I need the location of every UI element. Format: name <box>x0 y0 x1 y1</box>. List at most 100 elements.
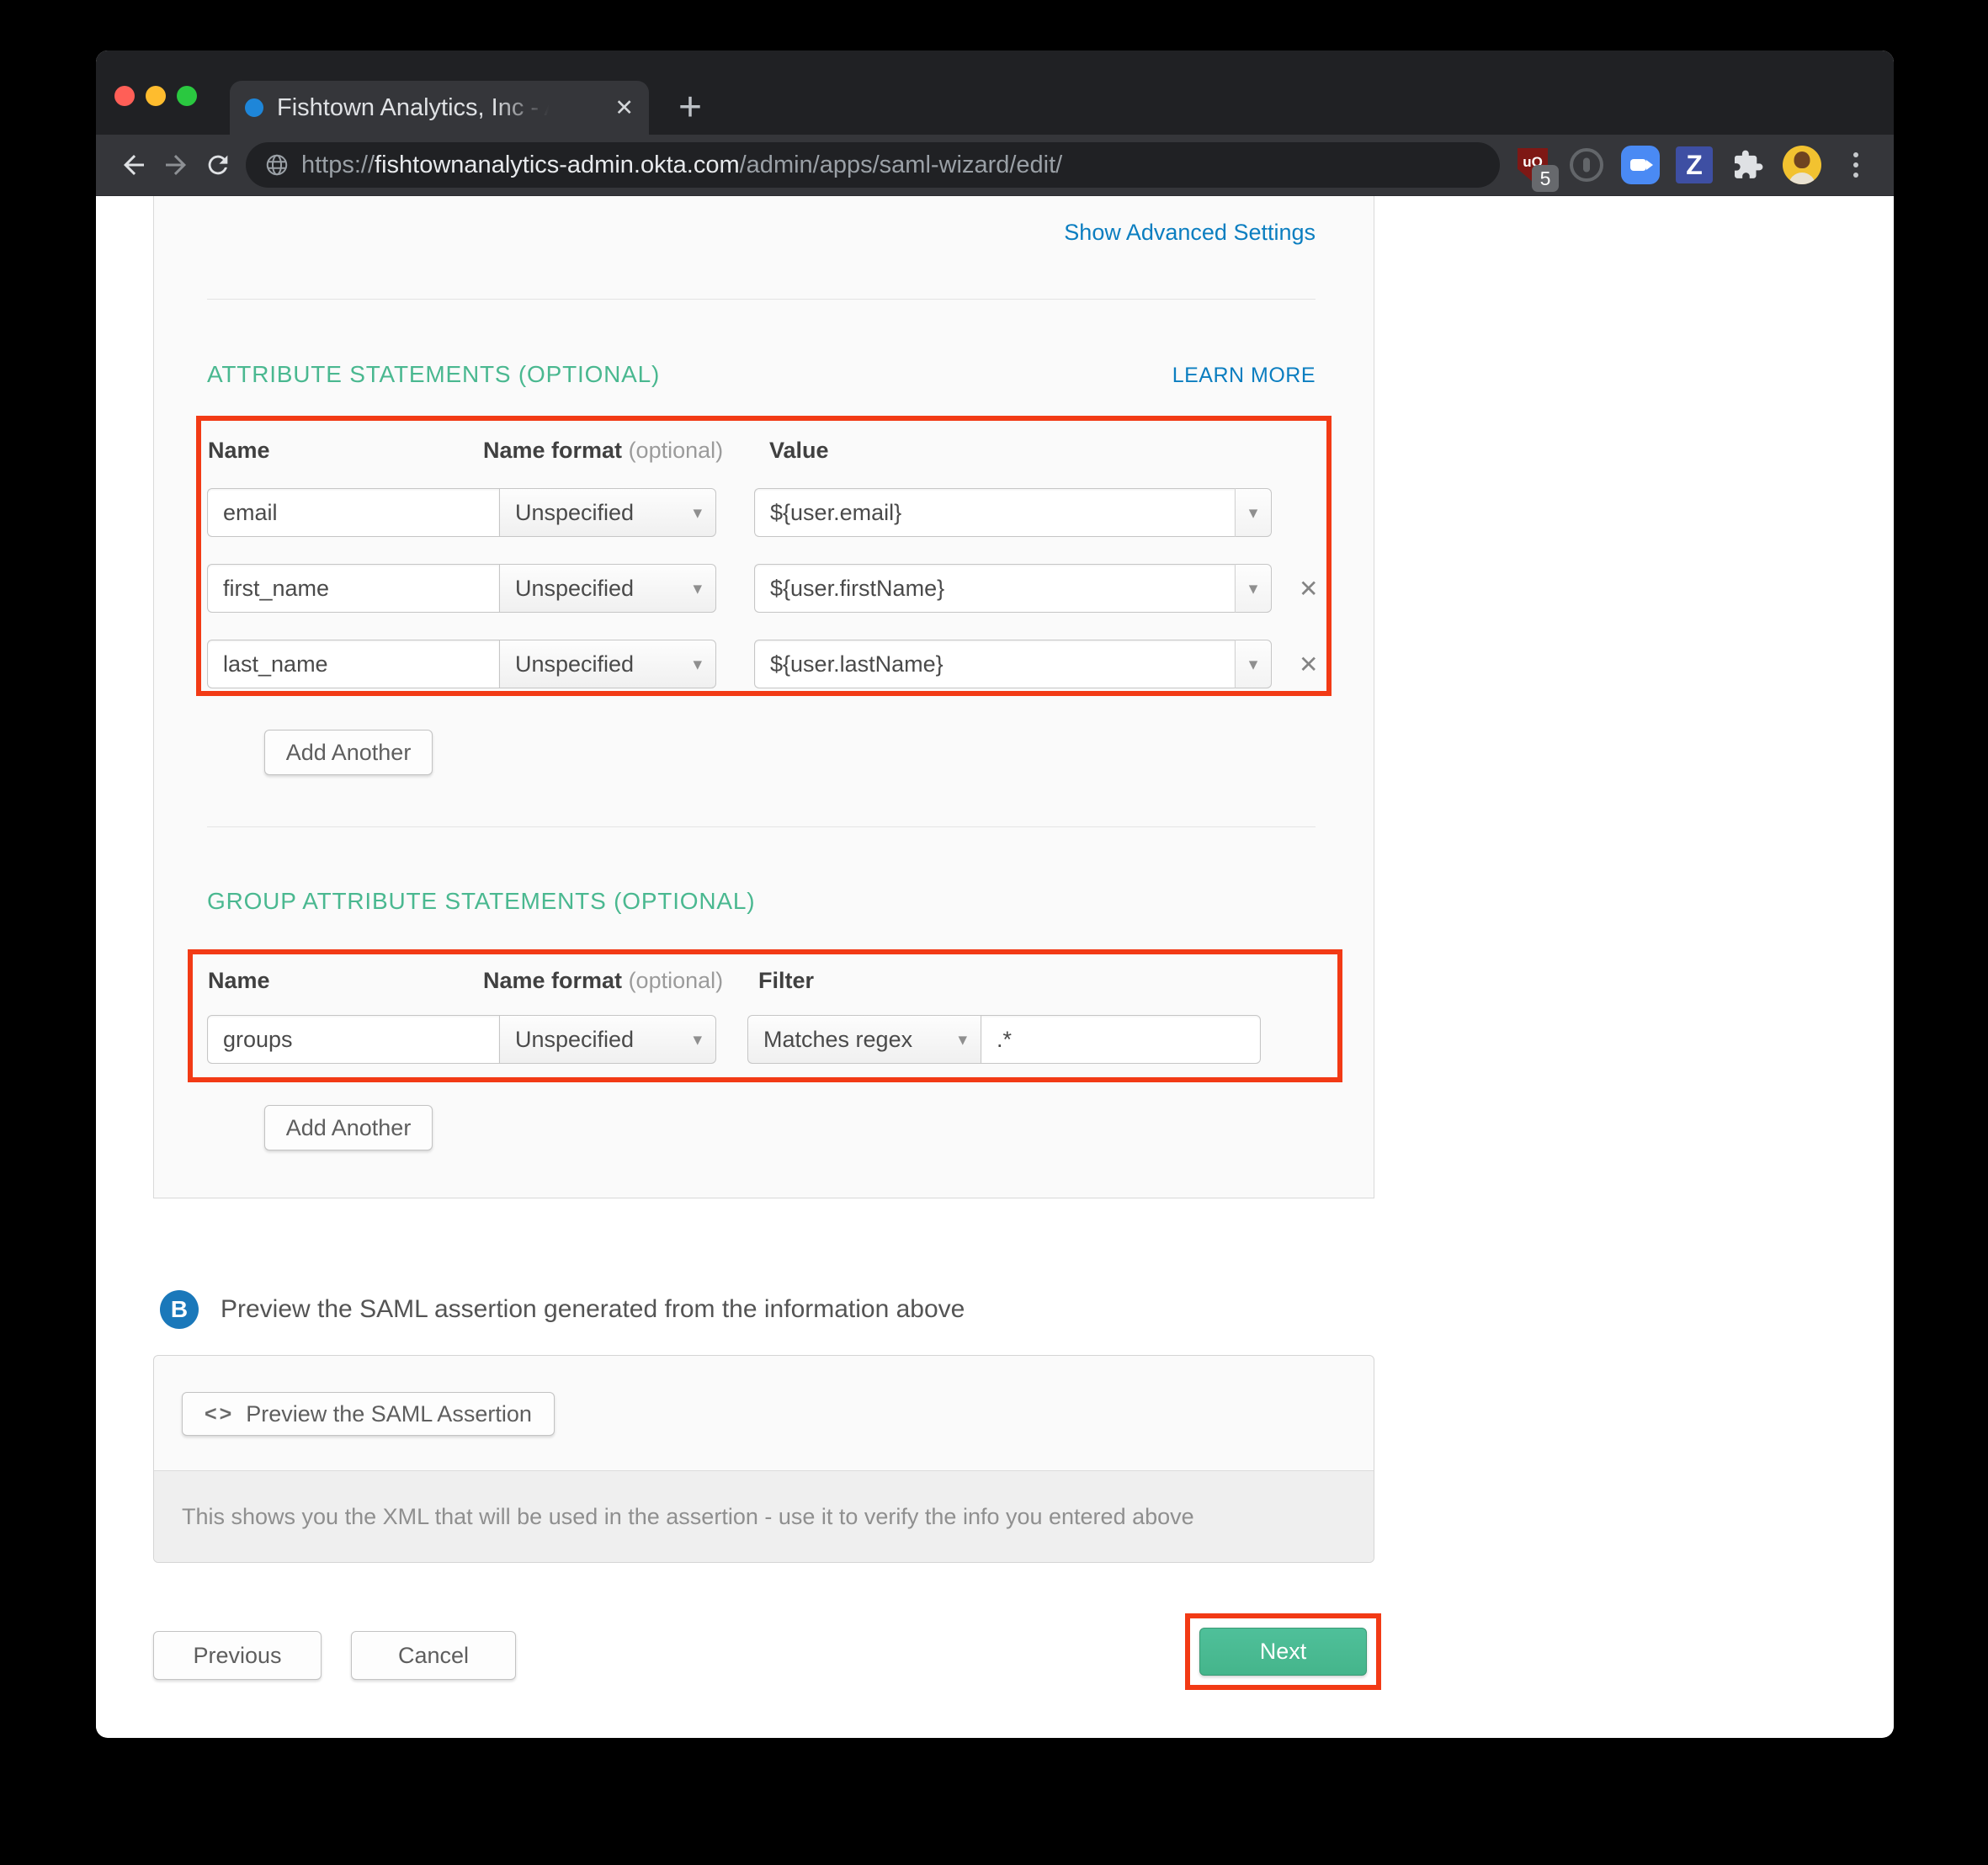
keyhole-ring-icon <box>1570 148 1603 182</box>
preview-saml-assertion-button[interactable]: <> Preview the SAML Assertion <box>182 1392 555 1436</box>
annotation-box-group-attributes: Name Name format (optional) Filter Unspe… <box>188 949 1342 1082</box>
annotation-box-next: Next <box>1185 1613 1381 1690</box>
ublock-badge: 5 <box>1532 165 1559 192</box>
column-header-format: Name format (optional) <box>483 968 723 994</box>
profile-button[interactable] <box>1781 143 1823 187</box>
password-extension-button[interactable] <box>1565 143 1608 187</box>
minimize-window-button[interactable] <box>146 86 166 106</box>
section-b-heading: Preview the SAML assertion generated fro… <box>221 1290 965 1329</box>
code-brackets-icon: <> <box>205 1402 234 1427</box>
attribute-name-input[interactable] <box>207 640 499 688</box>
annotation-box-attributes: Name Name format (optional) Value Unspec… <box>196 416 1332 696</box>
kebab-menu-icon <box>1853 152 1858 178</box>
cancel-button[interactable]: Cancel <box>351 1631 516 1680</box>
site-info-globe-icon[interactable] <box>264 152 290 178</box>
show-advanced-settings-link[interactable]: Show Advanced Settings <box>1064 220 1316 246</box>
avatar <box>1783 146 1821 184</box>
traffic-lights <box>114 86 197 106</box>
extension-area: uO 5 Z <box>1512 143 1877 187</box>
zotero-extension-button[interactable]: Z <box>1673 143 1715 187</box>
attribute-row: Unspecified▾ ▾ ✕ <box>207 564 1318 613</box>
url-host: fishtownanalytics-admin.okta.com <box>375 151 740 179</box>
learn-more-link[interactable]: LEARN MORE <box>1172 364 1316 388</box>
z-letter-icon: Z <box>1676 146 1713 183</box>
video-camera-icon <box>1621 146 1660 184</box>
remove-row-icon[interactable]: ✕ <box>1299 651 1318 678</box>
browser-toolbar: https://fishtownanalytics-admin.okta.com… <box>96 135 1894 196</box>
url-path: /admin/apps/saml-wizard/edit/ <box>740 151 1063 179</box>
attribute-value-input[interactable] <box>754 564 1235 613</box>
name-format-select[interactable]: Unspecified▾ <box>499 564 716 613</box>
forward-arrow-icon <box>161 150 191 180</box>
tab-close-icon[interactable]: ✕ <box>614 97 634 120</box>
chrome-menu-button[interactable] <box>1835 143 1877 187</box>
preview-info-text: This shows you the XML that will be used… <box>154 1470 1374 1562</box>
chevron-down-icon: ▾ <box>693 1029 702 1050</box>
reload-icon <box>204 151 232 179</box>
close-window-button[interactable] <box>114 86 135 106</box>
column-header-name: Name <box>208 438 270 464</box>
okta-favicon-icon <box>245 98 263 117</box>
value-dropdown-button[interactable]: ▾ <box>1235 488 1272 537</box>
next-button[interactable]: Next <box>1199 1628 1367 1676</box>
chevron-down-icon: ▾ <box>693 502 702 523</box>
column-header-format: Name format (optional) <box>483 438 723 464</box>
filter-type-select[interactable]: Matches regex▾ <box>747 1015 981 1064</box>
value-combobox: ▾ <box>754 640 1272 688</box>
url-scheme: https:// <box>301 151 375 179</box>
previous-button[interactable]: Previous <box>153 1631 322 1680</box>
title-bar: Fishtown Analytics, Inc - Applic ✕ + <box>96 50 1894 135</box>
back-arrow-icon <box>119 150 149 180</box>
zoom-extension-button[interactable] <box>1619 143 1661 187</box>
zoom-window-button[interactable] <box>177 86 197 106</box>
saml-settings-card: Show Advanced Settings ATTRIBUTE STATEME… <box>153 196 1374 1198</box>
filter-combobox: Matches regex▾ <box>747 1015 1261 1064</box>
remove-row-icon[interactable]: ✕ <box>1299 575 1318 603</box>
group-attribute-statements-header: GROUP ATTRIBUTE STATEMENTS (OPTIONAL) <box>207 888 1316 915</box>
extensions-menu-button[interactable] <box>1727 143 1769 187</box>
chevron-down-icon: ▾ <box>693 578 702 599</box>
column-header-name: Name <box>208 968 270 994</box>
chevron-down-icon: ▾ <box>1249 502 1258 523</box>
chevron-down-icon: ▾ <box>1249 578 1258 599</box>
value-combobox: ▾ <box>754 564 1272 613</box>
attribute-statements-title: ATTRIBUTE STATEMENTS (OPTIONAL) <box>207 361 660 388</box>
attribute-row: Unspecified▾ ▾ <box>207 488 1272 537</box>
address-bar[interactable]: https://fishtownanalytics-admin.okta.com… <box>246 142 1500 188</box>
attribute-value-input[interactable] <box>754 640 1235 688</box>
group-attribute-row: Unspecified▾ Matches regex▾ <box>207 1015 1261 1064</box>
browser-tab[interactable]: Fishtown Analytics, Inc - Applic ✕ <box>230 81 649 135</box>
page-content: Show Advanced Settings ATTRIBUTE STATEME… <box>96 196 1894 1737</box>
filter-value-input[interactable] <box>981 1015 1261 1064</box>
divider <box>207 299 1316 300</box>
chevron-down-icon: ▾ <box>958 1029 967 1050</box>
column-header-value: Value <box>769 438 829 464</box>
reload-button[interactable] <box>197 144 239 186</box>
group-name-format-select[interactable]: Unspecified▾ <box>499 1015 716 1064</box>
group-attribute-statements-title: GROUP ATTRIBUTE STATEMENTS (OPTIONAL) <box>207 888 755 915</box>
add-another-attribute-button[interactable]: Add Another <box>264 730 433 775</box>
group-name-input[interactable] <box>207 1015 499 1064</box>
back-button[interactable] <box>113 144 155 186</box>
browser-window: Fishtown Analytics, Inc - Applic ✕ + htt… <box>96 50 1894 1738</box>
tab-title: Fishtown Analytics, Inc - Applic <box>277 94 555 122</box>
value-dropdown-button[interactable]: ▾ <box>1235 564 1272 613</box>
new-tab-button[interactable]: + <box>678 84 702 131</box>
name-format-select[interactable]: Unspecified▾ <box>499 640 716 688</box>
attribute-name-input[interactable] <box>207 564 499 613</box>
forward-button[interactable] <box>155 144 197 186</box>
divider <box>207 826 1316 827</box>
saml-preview-panel: <> Preview the SAML Assertion This shows… <box>153 1355 1374 1563</box>
attribute-value-input[interactable] <box>754 488 1235 537</box>
attribute-row: Unspecified▾ ▾ ✕ <box>207 640 1318 688</box>
value-combobox: ▾ <box>754 488 1272 537</box>
chevron-down-icon: ▾ <box>1249 654 1258 675</box>
name-format-select[interactable]: Unspecified▾ <box>499 488 716 537</box>
value-dropdown-button[interactable]: ▾ <box>1235 640 1272 688</box>
attribute-statements-header: ATTRIBUTE STATEMENTS (OPTIONAL) LEARN MO… <box>207 361 1316 388</box>
ublock-extension-button[interactable]: uO 5 <box>1512 143 1554 187</box>
puzzle-icon <box>1732 149 1764 181</box>
attribute-name-input[interactable] <box>207 488 499 537</box>
section-b-badge: B <box>160 1290 199 1329</box>
add-another-group-attribute-button[interactable]: Add Another <box>264 1105 433 1150</box>
